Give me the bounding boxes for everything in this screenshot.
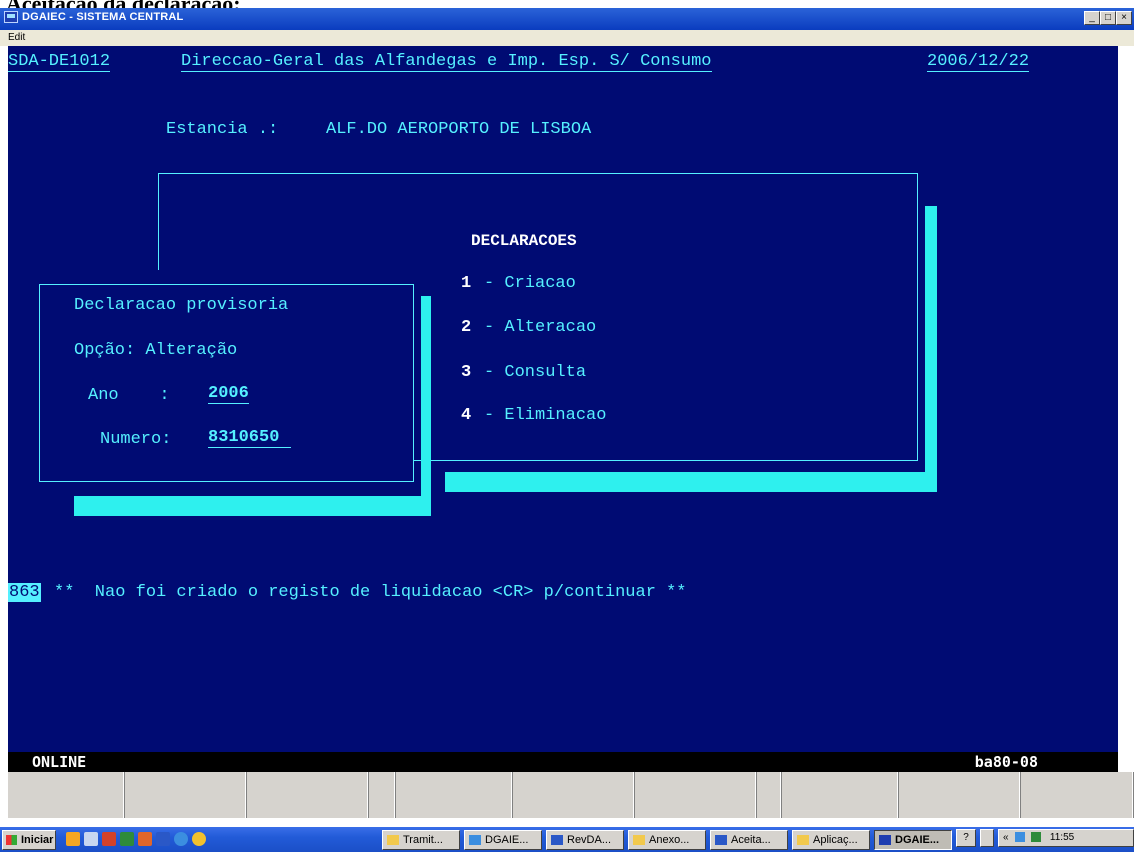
tray-scroll-icon[interactable] [980,829,994,847]
terminal-icon [879,835,891,845]
function-key-1[interactable] [8,772,125,818]
network-status-icon[interactable] [1015,832,1026,843]
menubar: Edit [0,30,1134,46]
taskbar-button-3[interactable]: RevDA... [546,830,624,850]
window-title: DGAIEC - SISTEMA CENTRAL [22,11,184,23]
terminal-screen[interactable]: SDA-DE1012 Direccao-Geral das Alfandegas… [8,46,1118,752]
dialog-shadow-bottom [74,496,431,516]
folder-icon [797,835,809,845]
menu-option-1-label[interactable]: - Criacao [484,274,576,293]
menu-option-3-number[interactable]: 3 [461,363,471,382]
menu-option-2-label[interactable]: - Alteracao [484,318,596,337]
menu-title: DECLARACOES [471,232,577,250]
function-key-2[interactable] [125,772,247,818]
status-online: ONLINE [32,753,87,771]
folder-icon [633,835,645,845]
function-key-3[interactable] [247,772,369,818]
year-field[interactable]: 2006 [208,384,249,404]
start-button[interactable]: Iniciar [2,830,56,850]
status-session: ba80-08 [974,753,1038,771]
station-label: Estancia .: [166,120,279,139]
close-button[interactable]: × [1116,11,1132,25]
acrobat-icon[interactable] [102,832,116,846]
function-key-5[interactable] [513,772,635,818]
word-icon [715,835,727,845]
organization-name: Direccao-Geral das Alfandegas e Imp. Esp… [181,52,712,72]
dialog-option: Opção: Alteração [74,341,238,360]
menu-option-1-number[interactable]: 1 [461,274,471,293]
menu-option-2-number[interactable]: 2 [461,318,471,337]
word-icon[interactable] [156,832,170,846]
number-field[interactable]: 8310650 [208,428,292,448]
powerpoint-icon[interactable] [138,832,152,846]
menu-option-4-label[interactable]: - Eliminacao [484,406,606,425]
function-key-4[interactable] [396,772,513,818]
system-tray: « 11:55 [998,829,1134,847]
minimize-button[interactable]: _ [1084,11,1100,25]
folder-icon [387,835,399,845]
dialog-title: Declaracao provisoria [74,296,289,315]
dialog-shadow-right [421,296,431,514]
taskbar-button-active[interactable]: DGAIE... [874,830,952,850]
function-key-bar [8,772,1134,818]
media-player-icon[interactable] [192,832,206,846]
function-key-9[interactable] [1021,772,1134,818]
taskbar-button-6[interactable]: Aplicaç... [792,830,870,850]
menu-box-shadow-bottom [445,472,937,492]
internet-explorer-icon[interactable] [174,832,188,846]
excel-icon[interactable] [120,832,134,846]
word-icon [551,835,563,845]
message-code: 863 [8,583,41,602]
function-key-spacer [369,772,396,818]
tray-app-icon[interactable] [1031,832,1042,843]
year-label: Ano : [88,386,170,405]
number-label: Numero: [100,430,172,449]
windows-flag-icon [6,835,17,845]
function-key-8[interactable] [899,772,1021,818]
taskbar-button-2[interactable]: DGAIE... [464,830,542,850]
help-icon[interactable]: ? [956,829,976,847]
windows-taskbar: Iniciar Tramit... DGAIE... RevDA... Anex… [0,827,1134,852]
outlook-icon[interactable] [66,832,80,846]
show-hidden-icons-button[interactable]: « [1003,832,1009,843]
window-titlebar[interactable]: DGAIEC - SISTEMA CENTRAL _ □ × [0,8,1134,30]
function-key-7[interactable] [782,772,899,818]
menu-edit[interactable]: Edit [8,32,25,43]
ie-icon [469,835,481,845]
message-text: ** Nao foi criado o registo de liquidaca… [54,583,687,602]
system-date: 2006/12/22 [927,52,1030,72]
taskbar-button-4[interactable]: Anexo... [628,830,706,850]
clock: 11:55 [1049,832,1075,843]
status-bar: ONLINE ba80-08 [8,752,1118,772]
taskbar-button-5[interactable]: Aceita... [710,830,788,850]
function-key-6[interactable] [635,772,757,818]
start-label: Iniciar [21,834,54,846]
program-code: SDA-DE1012 [8,52,111,72]
menu-option-4-number[interactable]: 4 [461,406,471,425]
taskbar-button-1[interactable]: Tramit... [382,830,460,850]
menu-box-shadow-right [925,206,937,492]
menu-option-3-label[interactable]: - Consulta [484,363,586,382]
maximize-button[interactable]: □ [1100,11,1116,25]
terminal-app-icon [4,11,18,23]
function-key-spacer-2 [757,772,782,818]
station-value: ALF.DO AEROPORTO DE LISBOA [326,120,592,139]
network-icon[interactable] [84,832,98,846]
